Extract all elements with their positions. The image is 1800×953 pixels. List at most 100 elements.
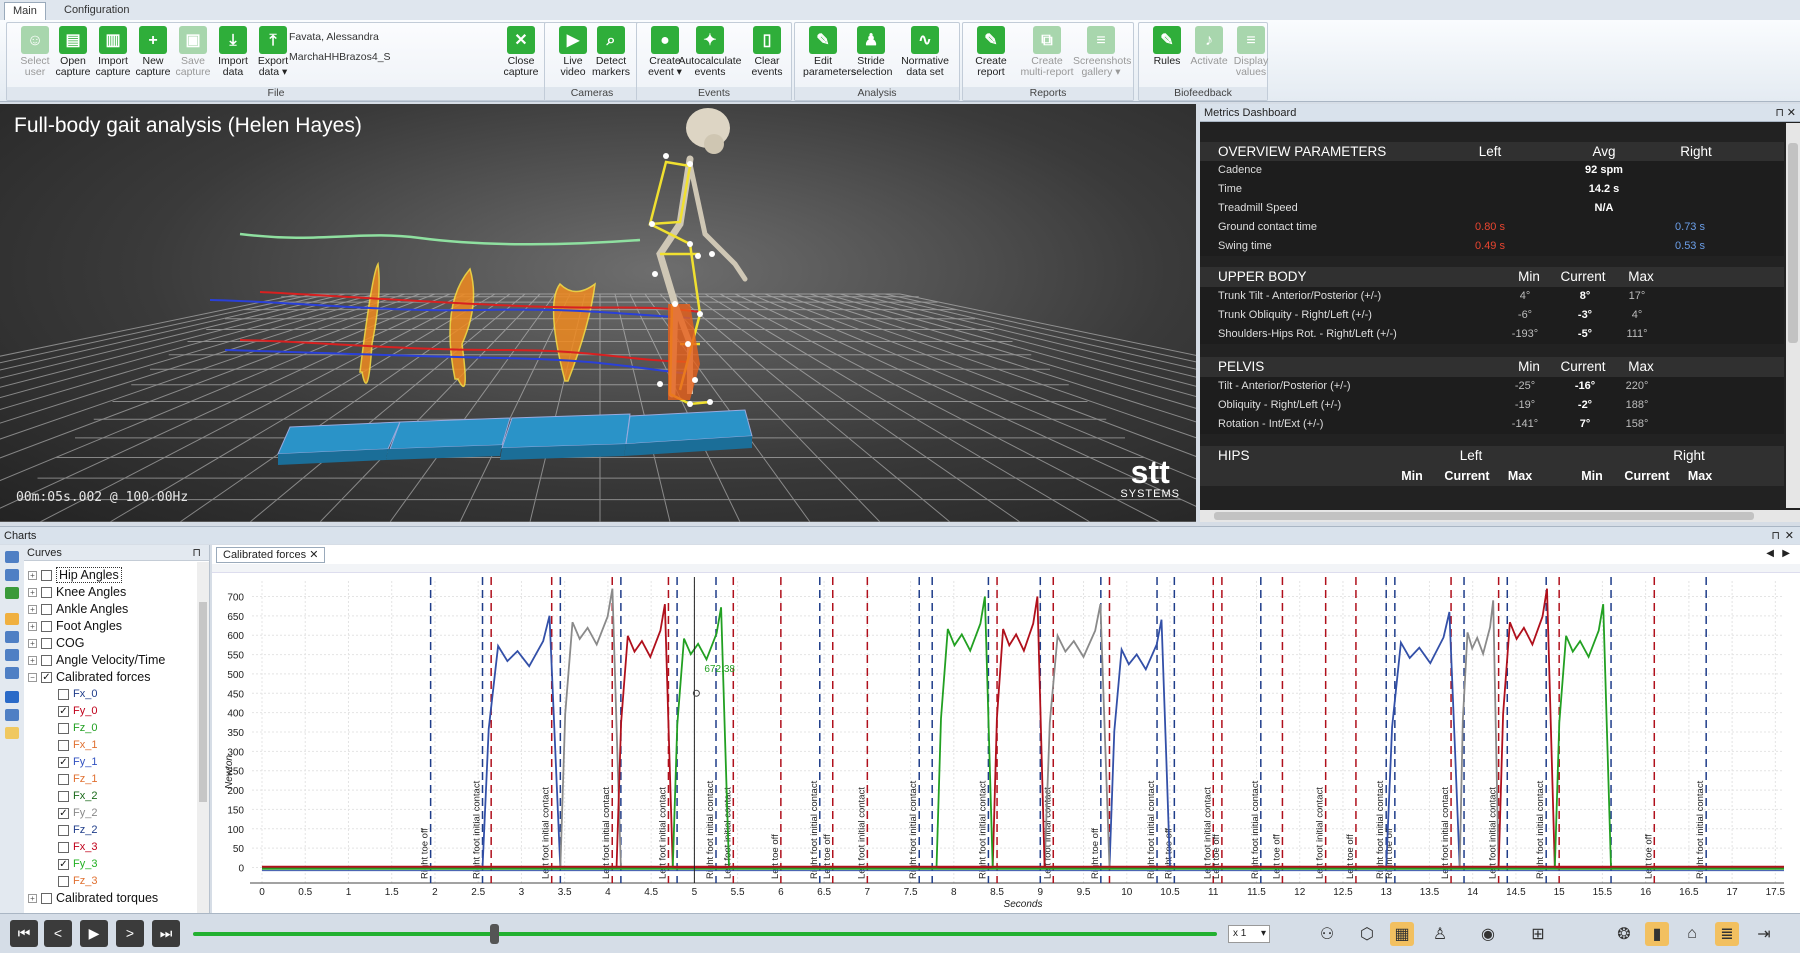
curve-checkbox[interactable] (41, 587, 52, 599)
live-video-button[interactable]: ▶ Live video (553, 26, 593, 78)
curve-item-hip-angles[interactable]: + Hip Angles (28, 567, 122, 584)
timeline-slider[interactable] (193, 924, 1217, 944)
curve-item-ankle-angles[interactable]: + Ankle Angles (28, 601, 128, 618)
import-capture-button[interactable]: ▥ Import capture (93, 26, 133, 78)
curve-checkbox[interactable] (58, 773, 69, 785)
timeline-thumb[interactable] (489, 924, 499, 944)
display-values-button[interactable]: ≡ Display values (1231, 26, 1271, 78)
curve-item-fx-2[interactable]: Fx_2 (58, 788, 97, 805)
curve-checkbox[interactable]: ✓ (41, 672, 52, 684)
curve-item-fy-2[interactable]: ✓ Fy_2 (58, 805, 97, 822)
curve-checkbox[interactable] (41, 621, 52, 633)
folder-icon[interactable] (5, 613, 19, 625)
curve-item-cog[interactable]: + COG (28, 635, 84, 652)
3d-view[interactable]: Full-body gait analysis (Helen Hayes) 00… (0, 104, 1196, 522)
collapse-icon[interactable]: − (28, 673, 37, 683)
curve-checkbox[interactable]: ✓ (58, 858, 69, 870)
tab-nav-right-icon[interactable]: ▶ (1782, 548, 1790, 559)
import-data-button[interactable]: ⤓ Import data (213, 26, 253, 78)
chart-area[interactable]: Calibrated forces ✕ ◀ ▶ 0 0.5 1 1.5 2 2.5 3 3.5… (212, 545, 1800, 913)
curve-item-fz-3[interactable]: Fz_3 (58, 873, 97, 890)
close-icon[interactable]: ✕ (1785, 527, 1794, 545)
expand-icon[interactable]: + (28, 894, 37, 904)
expand-icon[interactable]: + (28, 605, 37, 615)
curve-item-fy-3[interactable]: ✓ Fy_3 (58, 856, 97, 873)
curve-checkbox[interactable]: ✓ (58, 705, 69, 717)
list-icon[interactable]: ≣ (1715, 922, 1739, 946)
metrics-hscrollbar[interactable] (1200, 510, 1800, 522)
create-multi-report-button[interactable]: ⧉ Create multi-report (1019, 26, 1075, 78)
save-capture-button[interactable]: ▣ Save capture (173, 26, 213, 78)
skip-start-button[interactable]: ⏮ (10, 920, 38, 947)
curve-item-knee-angles[interactable]: + Knee Angles (28, 584, 126, 601)
curve-checkbox[interactable] (41, 570, 52, 582)
metrics-scrollbar[interactable] (1786, 123, 1800, 508)
tab-calibrated-forces[interactable]: Calibrated forces ✕ (216, 547, 326, 563)
curve-item-fz-1[interactable]: Fz_1 (58, 771, 97, 788)
tab-main[interactable]: Main (4, 2, 46, 20)
curve-item-calibrated-forces[interactable]: − ✓ Calibrated forces (28, 669, 151, 686)
comment-icon[interactable] (5, 709, 19, 721)
pin-icon[interactable]: ⊓ (1771, 527, 1780, 545)
curve-checkbox[interactable]: ✓ (58, 807, 69, 819)
curve-checkbox[interactable] (41, 604, 52, 616)
tab-configuration[interactable]: Configuration (56, 2, 137, 20)
speed-select[interactable]: x 1 ▾ (1228, 925, 1270, 943)
activate-button[interactable]: ♪ Activate (1189, 26, 1229, 67)
curve-item-fy-1[interactable]: ✓ Fy_1 (58, 754, 97, 771)
expand-icon[interactable]: + (28, 656, 37, 666)
curve-item-fz-2[interactable]: Fz_2 (58, 822, 97, 839)
curve-checkbox[interactable] (58, 722, 69, 734)
curve-checkbox[interactable] (58, 841, 69, 853)
curve-item-fx-0[interactable]: Fx_0 (58, 686, 97, 703)
step-back-button[interactable]: < (44, 920, 72, 947)
detect-markers-button[interactable]: ⌕ Detect markers (591, 26, 631, 78)
screenshots-gallery-button[interactable]: ≡ Screenshots gallery ▾ (1073, 26, 1131, 78)
tab-nav-left-icon[interactable]: ◀ (1766, 548, 1774, 559)
cube-icon[interactable]: ⬡ (1355, 922, 1379, 946)
play-button[interactable]: ▶ (80, 920, 108, 947)
aperture-icon[interactable]: ❂ (1612, 922, 1636, 946)
curve-item-calibrated-torques[interactable]: + Calibrated torques (28, 890, 158, 907)
checkbox-icon[interactable] (5, 691, 19, 703)
curve-item-fy-0[interactable]: ✓ Fy_0 (58, 703, 97, 720)
print-icon[interactable] (5, 569, 19, 581)
expand-icon[interactable]: + (28, 639, 37, 649)
expand-icon[interactable]: + (28, 622, 37, 632)
curve-checkbox[interactable] (41, 893, 52, 905)
skip-end-button[interactable]: ⏭ (152, 920, 180, 947)
normative-data-set-button[interactable]: ∿ Normative data set (899, 26, 951, 78)
curves-scrollbar[interactable] (197, 562, 209, 913)
curve-checkbox[interactable]: ✓ (58, 756, 69, 768)
close-capture-button[interactable]: ✕ Close capture (501, 26, 541, 78)
layout-rows-icon[interactable] (5, 631, 19, 643)
expand-icon[interactable]: + (28, 588, 37, 598)
bar-chart-icon[interactable]: ▮ (1645, 922, 1669, 946)
curve-checkbox[interactable] (58, 875, 69, 887)
markers-icon[interactable]: ⚇ (1315, 922, 1339, 946)
clear-events-button[interactable]: ▯ Clear events (747, 26, 787, 78)
export-icon[interactable] (5, 587, 19, 599)
curve-item-fx-1[interactable]: Fx_1 (58, 737, 97, 754)
edit-parameters-button[interactable]: ✎ Edit parameters (803, 26, 856, 78)
force-chart[interactable]: 0 0.5 1 1.5 2 2.5 3 3.5 4 4.5 5 5.5 6 6.5 7 7.5 8 8.5 9 9.5… (212, 571, 1800, 911)
close-icon[interactable]: ✕ (309, 549, 318, 561)
step-forward-button[interactable]: > (116, 920, 144, 947)
curve-checkbox[interactable] (58, 739, 69, 751)
camera-icon[interactable]: ⌂ (1680, 922, 1704, 946)
curve-checkbox[interactable] (41, 655, 52, 667)
save-icon[interactable] (5, 551, 19, 563)
rules-button[interactable]: ✎ Rules (1147, 26, 1187, 67)
expand-icon[interactable]: + (28, 571, 37, 581)
skeleton-icon[interactable]: ♙ (1428, 922, 1452, 946)
curve-checkbox[interactable] (41, 638, 52, 650)
curve-checkbox[interactable] (58, 790, 69, 802)
fit-view-icon[interactable]: ⊞ (1526, 922, 1550, 946)
autocalculate-events-button[interactable]: ✦ Autocalculate events (677, 26, 743, 78)
close-icon[interactable]: ✕ (1787, 104, 1796, 122)
bar-chart-icon[interactable] (5, 727, 19, 739)
curve-item-foot-angles[interactable]: + Foot Angles (28, 618, 122, 635)
exit-icon[interactable]: ⇥ (1752, 922, 1776, 946)
pin-icon[interactable]: ⊓ (1775, 104, 1784, 122)
eye-icon[interactable]: ◉ (1476, 922, 1500, 946)
